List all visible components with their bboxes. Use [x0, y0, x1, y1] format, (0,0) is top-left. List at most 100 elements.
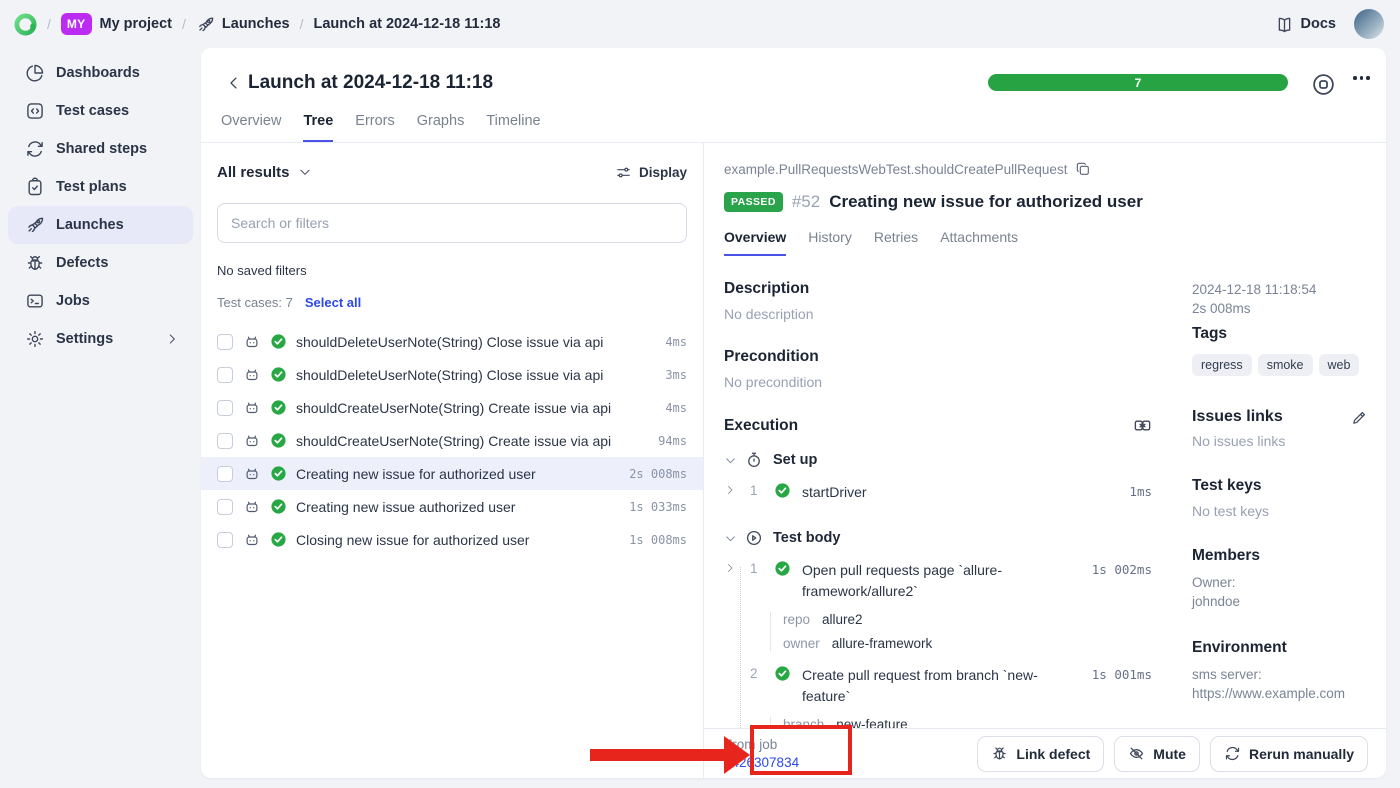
edit-pencil-icon[interactable] [1351, 409, 1368, 426]
tag-pill: web [1319, 354, 1360, 376]
test-name: shouldCreateUserNote(String) Create issu… [296, 433, 650, 449]
tags-heading: Tags [1192, 325, 1368, 343]
test-results-list: shouldDeleteUserNote(String) Close issue… [201, 325, 703, 556]
results-panel: All results Display No saved filters Tes… [201, 143, 704, 778]
members-heading: Members [1192, 547, 1368, 565]
tab-errors[interactable]: Errors [355, 113, 394, 142]
rerun-manually-button[interactable]: Rerun manually [1210, 736, 1368, 772]
chevron-right-icon[interactable] [724, 562, 736, 574]
sidebar-item-label: Settings [56, 331, 113, 347]
docs-button[interactable]: Docs [1275, 15, 1336, 34]
passed-status-icon [270, 399, 287, 416]
main-card: Launch at 2024-12-18 11:18 7 Overview Tr… [201, 48, 1386, 778]
step-row[interactable]: 1 Open pull requests page `allure-framew… [724, 560, 1152, 602]
chevron-down-icon[interactable] [724, 532, 737, 545]
filter-label: All results [217, 164, 290, 181]
tab-detail-history[interactable]: History [808, 229, 852, 256]
sidebar-item-dashboards[interactable]: Dashboards [8, 54, 193, 92]
copy-icon[interactable] [1075, 161, 1091, 177]
automated-bot-icon [243, 465, 261, 483]
sidebar-item-label: Jobs [56, 293, 90, 309]
step-row[interactable]: 2 Create pull request from branch `new-f… [724, 665, 1152, 707]
row-checkbox[interactable] [217, 466, 233, 482]
automated-bot-icon [243, 531, 261, 549]
results-filter-dropdown[interactable]: All results [217, 164, 312, 181]
tab-tree[interactable]: Tree [303, 113, 333, 142]
test-name: Closing new issue for authorized user [296, 532, 621, 548]
step-name: startDriver [802, 482, 1062, 503]
compare-executions-icon[interactable] [1133, 416, 1152, 435]
chevron-right-icon[interactable] [724, 484, 736, 496]
tab-timeline[interactable]: Timeline [486, 113, 540, 142]
param-key: owner [783, 636, 820, 651]
tab-detail-overview[interactable]: Overview [724, 229, 786, 256]
search-input[interactable] [217, 203, 687, 243]
select-all-link[interactable]: Select all [305, 295, 361, 310]
stop-launch-icon[interactable] [1311, 72, 1336, 97]
tab-graphs[interactable]: Graphs [417, 113, 465, 142]
sidebar-item-jobs[interactable]: Jobs [8, 282, 193, 320]
allure-logo[interactable] [14, 13, 37, 36]
breadcrumb-launches[interactable]: Launches [222, 16, 290, 32]
breadcrumb-separator: / [300, 16, 304, 32]
row-checkbox[interactable] [217, 532, 233, 548]
step-duration: 1s 001ms [1092, 665, 1152, 682]
tab-detail-retries[interactable]: Retries [874, 229, 918, 256]
row-checkbox[interactable] [217, 499, 233, 515]
row-checkbox[interactable] [217, 367, 233, 383]
test-row[interactable]: shouldDeleteUserNote(String) Close issue… [201, 358, 703, 391]
launch-header: Launch at 2024-12-18 11:18 7 Overview Tr… [201, 48, 1386, 143]
passed-status-icon [270, 465, 287, 482]
passed-status-icon [270, 531, 287, 548]
tab-overview[interactable]: Overview [221, 113, 281, 142]
sidebar-item-label: Dashboards [56, 65, 140, 81]
test-row[interactable]: Creating new issue for authorized user 2… [201, 457, 703, 490]
step-row[interactable]: 1 startDriver 1ms [724, 482, 1152, 503]
automated-bot-icon [243, 399, 261, 417]
test-duration: 1s 033ms [629, 500, 687, 514]
project-badge[interactable]: MY [61, 13, 92, 35]
test-row[interactable]: shouldCreateUserNote(String) Create issu… [201, 424, 703, 457]
precondition-heading: Precondition [724, 348, 1152, 366]
display-button[interactable]: Display [615, 164, 687, 181]
step-number: 1 [750, 560, 774, 576]
test-duration: 4ms [665, 401, 687, 415]
breadcrumb-project[interactable]: My project [100, 16, 173, 32]
row-checkbox[interactable] [217, 334, 233, 350]
row-checkbox[interactable] [217, 400, 233, 416]
test-keys-heading: Test keys [1192, 477, 1368, 495]
test-duration: 94ms [658, 434, 687, 448]
test-row[interactable]: shouldCreateUserNote(String) Create issu… [201, 391, 703, 424]
avatar[interactable] [1354, 9, 1384, 39]
test-row[interactable]: Creating new issue authorized user 1s 03… [201, 490, 703, 523]
test-row[interactable]: shouldDeleteUserNote(String) Close issue… [201, 325, 703, 358]
launch-progress-bar[interactable]: 7 [988, 74, 1288, 91]
breadcrumb-separator: / [182, 16, 186, 32]
sidebar: Dashboards Test cases Shared steps Test … [0, 48, 201, 788]
more-menu-button[interactable] [1353, 76, 1370, 80]
sidebar-item-defects[interactable]: Defects [8, 244, 193, 282]
chevron-down-icon[interactable] [724, 454, 737, 467]
mute-button[interactable]: Mute [1114, 736, 1200, 772]
sidebar-item-shared-steps[interactable]: Shared steps [8, 130, 193, 168]
sidebar-item-launches[interactable]: Launches [8, 206, 193, 244]
sidebar-item-settings[interactable]: Settings [8, 320, 193, 358]
param-key: repo [783, 612, 810, 627]
test-duration: 4ms [665, 335, 687, 349]
automated-bot-icon [243, 432, 261, 450]
row-checkbox[interactable] [217, 433, 233, 449]
sidebar-item-test-plans[interactable]: Test plans [8, 168, 193, 206]
back-button[interactable] [225, 74, 243, 92]
passed-status-icon [270, 432, 287, 449]
test-row[interactable]: Closing new issue for authorized user 1s… [201, 523, 703, 556]
sidebar-item-test-cases[interactable]: Test cases [8, 92, 193, 130]
tab-detail-attachments[interactable]: Attachments [940, 229, 1018, 256]
description-heading: Description [724, 280, 1152, 298]
param-value: allure2 [822, 612, 863, 627]
link-defect-button[interactable]: Link defect [977, 736, 1104, 772]
test-body-group: Test body 1 Open pull requests page `all… [724, 529, 1152, 732]
passed-status-icon [270, 498, 287, 515]
detail-footer: From job 1426307834 Link defect [704, 728, 1386, 778]
step-guide-line [740, 567, 741, 738]
test-detail-panel: example.PullRequestsWebTest.shouldCreate… [704, 143, 1386, 778]
